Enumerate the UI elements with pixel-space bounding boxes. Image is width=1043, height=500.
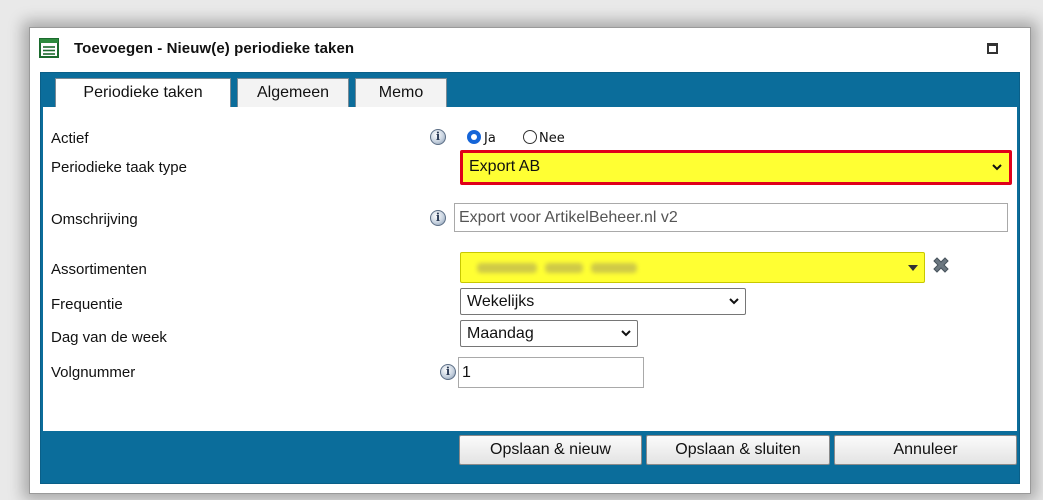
assortimenten-select[interactable] xyxy=(460,252,925,283)
redacted-value xyxy=(591,263,637,273)
chevron-down-icon xyxy=(729,298,739,305)
maximize-icon[interactable] xyxy=(987,43,998,54)
label-omschrijving: Omschrijving xyxy=(51,211,138,228)
form-panel: Periodieke taken Algemeen Memo Actief i … xyxy=(40,72,1020,484)
taak-type-select[interactable]: Export AB xyxy=(460,150,1012,185)
radio-ja[interactable] xyxy=(467,130,481,144)
label-dag-van-de-week: Dag van de week xyxy=(51,329,167,346)
radio-ja-label: Ja xyxy=(484,131,496,146)
cancel-button[interactable]: Annuleer xyxy=(834,435,1017,465)
title-bar: Toevoegen - Nieuw(e) periodieke taken xyxy=(30,28,1030,72)
tab-algemeen[interactable]: Algemeen xyxy=(237,78,349,107)
label-assortimenten: Assortimenten xyxy=(51,261,147,278)
window-title: Toevoegen - Nieuw(e) periodieke taken xyxy=(74,40,355,57)
dag-select[interactable]: Maandag xyxy=(460,320,638,347)
chevron-down-icon xyxy=(992,164,1002,171)
omschrijving-input[interactable]: Export voor ArtikelBeheer.nl v2 xyxy=(454,203,1008,232)
dag-value: Maandag xyxy=(467,325,534,342)
info-icon[interactable]: i xyxy=(440,364,456,380)
tab-content: Actief i Ja Nee Periodieke taak type Exp… xyxy=(43,107,1017,431)
label-actief: Actief xyxy=(51,130,89,147)
volgnummer-input[interactable]: 1 xyxy=(458,357,644,388)
radio-nee-label: Nee xyxy=(539,131,565,146)
taak-type-value: Export AB xyxy=(469,158,541,175)
form-icon xyxy=(39,38,59,58)
remove-icon[interactable] xyxy=(931,255,951,275)
redacted-value xyxy=(545,263,583,273)
dialog-window: Toevoegen - Nieuw(e) periodieke taken Pe… xyxy=(29,27,1031,494)
label-volgnummer: Volgnummer xyxy=(51,364,136,381)
redacted-value xyxy=(477,263,537,273)
label-frequentie: Frequentie xyxy=(51,296,123,313)
save-close-button[interactable]: Opslaan & sluiten xyxy=(646,435,830,465)
chevron-down-icon xyxy=(621,330,631,337)
radio-nee[interactable] xyxy=(523,130,537,144)
frequentie-value: Wekelijks xyxy=(467,293,535,310)
tab-memo[interactable]: Memo xyxy=(355,78,447,107)
info-icon[interactable]: i xyxy=(430,210,446,226)
caret-down-icon xyxy=(908,265,918,271)
tab-periodieke-taken[interactable]: Periodieke taken xyxy=(55,78,231,108)
frequentie-select[interactable]: Wekelijks xyxy=(460,288,746,315)
label-taak-type: Periodieke taak type xyxy=(51,159,187,176)
tab-strip: Periodieke taken Algemeen Memo xyxy=(41,73,1019,108)
save-new-button[interactable]: Opslaan & nieuw xyxy=(459,435,642,465)
info-icon[interactable]: i xyxy=(430,129,446,145)
